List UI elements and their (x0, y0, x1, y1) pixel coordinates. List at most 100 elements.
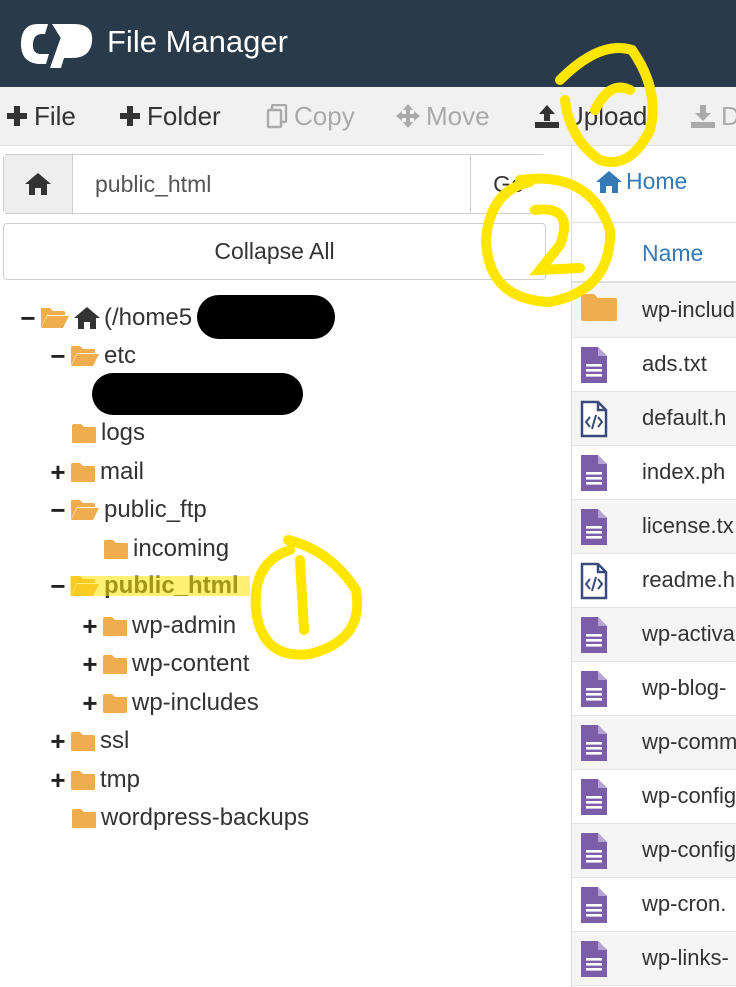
tree-label: logs (101, 419, 146, 446)
folder-open-icon (71, 500, 99, 520)
file-row[interactable]: readme.h (572, 554, 736, 608)
folder-icon (580, 292, 618, 327)
upload-button-label: Upload (565, 100, 648, 131)
folder-icon (71, 770, 95, 790)
expand-toggle[interactable]: + (80, 688, 100, 719)
home-directory-button[interactable] (4, 155, 73, 213)
column-name-label: Name (642, 240, 704, 266)
tree-item-public-ftp[interactable]: − public_ftp (48, 493, 207, 527)
tree-label: public_ftp (104, 496, 207, 523)
tree-item-tmp[interactable]: + tmp (48, 763, 140, 797)
folder-icon (71, 462, 95, 482)
code-file-icon (580, 400, 608, 443)
text-file-icon (580, 778, 608, 821)
tree-label: ssl (100, 727, 130, 754)
tree-label: mail (100, 458, 145, 485)
toolbar: File Folder Copy Move Upload D (0, 87, 736, 146)
expand-toggle[interactable]: + (48, 765, 68, 796)
file-row[interactable]: wp-blog- (572, 662, 736, 716)
tree-label: wp-includes (132, 689, 259, 716)
upload-icon (535, 105, 559, 128)
text-file-icon (580, 670, 608, 713)
cpanel-logo-icon (20, 24, 93, 68)
tree-item-incoming[interactable]: incoming (103, 532, 229, 566)
tree-item-wp-content[interactable]: + wp-content (80, 647, 249, 681)
file-row[interactable]: wp-config (572, 824, 736, 878)
text-file-icon (580, 508, 608, 551)
collapse-toggle[interactable]: − (48, 495, 68, 526)
go-button[interactable]: Go (470, 155, 546, 213)
file-row[interactable]: wp-includ (572, 284, 736, 338)
breadcrumb-home-label: Home (626, 168, 688, 194)
tree-item-public-html[interactable]: − public_html (48, 569, 238, 603)
file-row[interactable]: default.h (572, 392, 736, 446)
tree-item-etc[interactable]: − etc (48, 339, 136, 373)
folder-icon (104, 539, 128, 559)
tree-item-logs[interactable]: logs (71, 416, 145, 450)
tree-label: incoming (133, 535, 230, 562)
app-header: File Manager (0, 0, 736, 87)
column-header-name[interactable]: Name (572, 222, 736, 283)
app-title: File Manager (107, 24, 288, 59)
collapse-toggle[interactable]: − (18, 303, 38, 334)
tree-label: wp-content (132, 650, 250, 677)
text-file-icon (580, 940, 608, 983)
text-file-icon (580, 346, 608, 389)
collapse-toggle[interactable]: − (48, 571, 68, 602)
file-button-label: File (34, 100, 76, 131)
path-input[interactable] (74, 155, 470, 213)
file-name: wp-cron. (642, 891, 727, 916)
collapse-all-button[interactable]: Collapse All (3, 223, 546, 280)
text-file-icon (580, 454, 608, 497)
move-icon (396, 104, 420, 128)
copy-button[interactable]: Copy (266, 87, 355, 145)
folder-icon (103, 616, 127, 636)
tree-item-wp-includes[interactable]: + wp-includes (80, 686, 259, 720)
folder-icon (72, 808, 96, 828)
file-list-panel: Home Name wp-includ ads.txt default.h index… (571, 146, 736, 987)
file-row[interactable]: wp-config (572, 770, 736, 824)
file-row[interactable]: license.tx (572, 500, 736, 554)
tree-item-wordpress-backups[interactable]: wordpress-backups (71, 801, 309, 835)
file-row[interactable]: wp-comm (572, 716, 736, 770)
move-button-label: Move (426, 100, 490, 131)
expand-toggle[interactable]: + (80, 649, 100, 680)
tree-label: etc (104, 342, 137, 369)
file-row[interactable]: ads.txt (572, 338, 736, 392)
breadcrumb-home[interactable]: Home (596, 168, 687, 195)
tree-item-wp-admin[interactable]: + wp-admin (80, 609, 236, 643)
expand-toggle[interactable]: + (48, 726, 68, 757)
home-icon (25, 173, 51, 195)
file-name: wp-links- (642, 945, 729, 970)
upload-button[interactable]: Upload (535, 87, 647, 145)
expand-toggle[interactable]: + (48, 457, 68, 488)
new-file-button[interactable]: File (6, 87, 76, 145)
file-name: wp-includ (642, 297, 735, 322)
new-folder-button[interactable]: Folder (119, 87, 221, 145)
collapse-toggle[interactable]: − (48, 341, 68, 372)
expand-toggle[interactable]: + (80, 611, 100, 642)
download-button[interactable]: D (691, 87, 736, 145)
tree-label: (/home5 (104, 304, 193, 331)
file-row[interactable]: wp-cron. (572, 878, 736, 932)
file-row[interactable]: index.ph (572, 446, 736, 500)
file-row[interactable]: wp-activa (572, 608, 736, 662)
file-name: ads.txt (642, 351, 707, 376)
move-button[interactable]: Move (396, 87, 490, 145)
file-name: wp-comm (642, 729, 736, 754)
tree-item-ssl[interactable]: + ssl (48, 724, 129, 758)
tree-item-mail[interactable]: + mail (48, 455, 144, 489)
tree-item-root[interactable]: − (/home5 (18, 301, 192, 335)
annotation-one-mark (250, 535, 363, 660)
plus-icon (120, 106, 140, 126)
plus-icon (7, 106, 27, 126)
folder-icon (103, 654, 127, 674)
file-row[interactable]: wp-links- (572, 932, 736, 986)
folder-icon (71, 731, 95, 751)
tree-label: wordpress-backups (101, 804, 310, 831)
folder-open-icon (71, 576, 99, 596)
text-file-icon (580, 832, 608, 875)
text-file-icon (580, 616, 608, 659)
file-name: wp-config (642, 783, 736, 808)
folder-icon (72, 423, 96, 443)
